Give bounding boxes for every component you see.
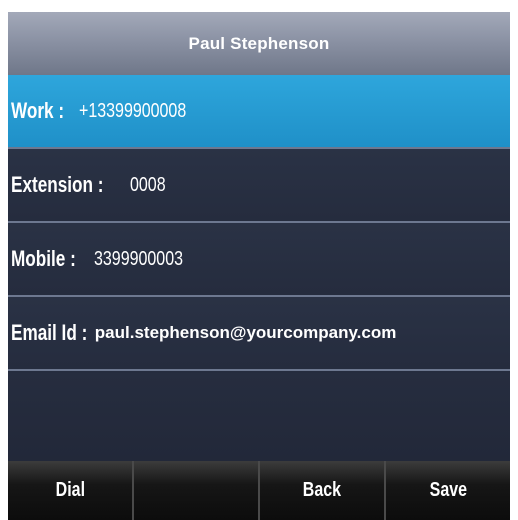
softkey-label: Dial bbox=[55, 479, 85, 501]
title-bar: Paul Stephenson bbox=[8, 12, 510, 75]
back-softkey[interactable]: Back bbox=[258, 461, 384, 520]
save-softkey[interactable]: Save bbox=[384, 461, 510, 520]
row-value: paul.stephenson@yourcompany.com bbox=[94, 323, 397, 342]
empty-list-area bbox=[8, 373, 510, 461]
contact-row-work[interactable]: Work : +13399900008 bbox=[8, 75, 510, 149]
phone-screen: Paul Stephenson Work : +13399900008 Exten… bbox=[8, 12, 510, 520]
row-value: 0008 bbox=[129, 173, 166, 196]
blank-softkey[interactable] bbox=[132, 461, 258, 520]
row-label: Mobile : bbox=[11, 246, 76, 271]
contact-row-mobile[interactable]: Mobile : 3399900003 bbox=[8, 223, 510, 297]
row-label: Work : bbox=[11, 98, 65, 123]
dial-softkey[interactable]: Dial bbox=[8, 461, 132, 520]
contact-row-email[interactable]: Email Id : paul.stephenson@yourcompany.co… bbox=[8, 297, 510, 371]
contact-name-title: Paul Stephenson bbox=[188, 33, 330, 53]
row-label: Email Id : bbox=[11, 320, 88, 345]
contact-details-list: Work : +13399900008 Extension : 0008 Mobil… bbox=[8, 75, 510, 371]
row-value: +13399900008 bbox=[79, 99, 187, 122]
row-value: 3399900003 bbox=[94, 247, 184, 270]
softkey-label: Back bbox=[302, 479, 342, 501]
contact-row-extension[interactable]: Extension : 0008 bbox=[8, 149, 510, 223]
softkey-bar: Dial Back Save bbox=[8, 461, 510, 520]
row-label: Extension : bbox=[11, 172, 104, 197]
softkey-label: Save bbox=[429, 479, 467, 501]
